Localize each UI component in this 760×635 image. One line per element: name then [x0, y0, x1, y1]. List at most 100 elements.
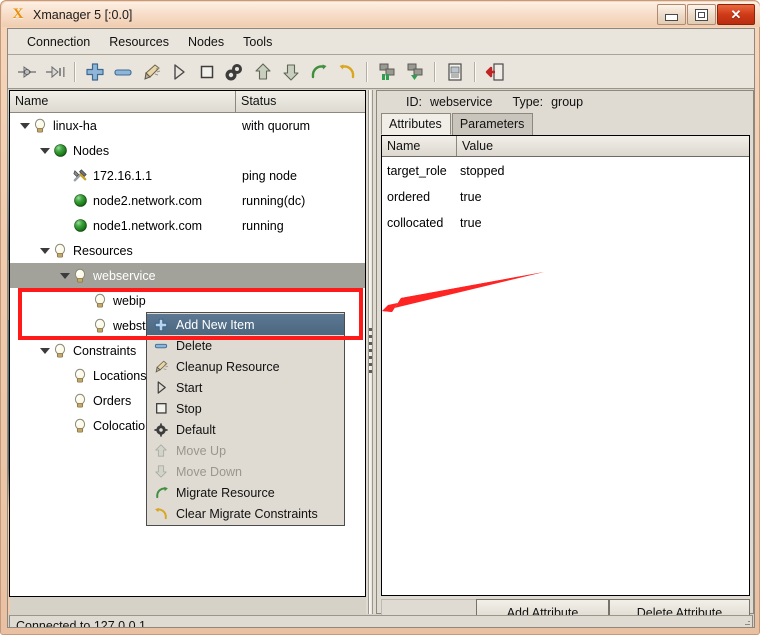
tree-item-webservice[interactable]: webservice [10, 263, 365, 288]
green-ball-icon [71, 217, 89, 235]
tree-item-webip[interactable]: webip [10, 288, 365, 313]
attributes-column-value[interactable]: Value [457, 136, 749, 156]
tree-item-node1-network-com[interactable]: node1.network.com running [10, 213, 365, 238]
menu-item-label: Clear Migrate Constraints [176, 506, 318, 521]
tree-item-resources[interactable]: Resources [10, 238, 365, 263]
bulb-icon [51, 242, 69, 260]
minimize-icon [665, 14, 678, 21]
cleanup-icon[interactable] [137, 58, 165, 86]
pane-splitter[interactable] [366, 90, 376, 614]
menu-nodes[interactable]: Nodes [179, 32, 234, 52]
tree-item-label: Locations [93, 368, 147, 383]
default-icon[interactable] [221, 58, 249, 86]
green-ball-icon [71, 192, 89, 210]
minimize-button[interactable] [657, 4, 686, 25]
arrow-down-icon [150, 463, 172, 481]
menu-item-migrate-resource[interactable]: Migrate Resource [147, 482, 344, 503]
table-row[interactable]: collocated true [382, 210, 749, 236]
stop-icon[interactable] [193, 58, 221, 86]
close-icon: ✕ [730, 6, 742, 22]
menu-item-label: Delete [176, 338, 213, 353]
tree-item-linux-ha[interactable]: linux-ha with quorum [10, 113, 365, 138]
start-icon[interactable] [165, 58, 193, 86]
migrate-icon[interactable] [305, 58, 333, 86]
context-menu[interactable]: Add New Item Delete Cleanup Resource Start S… [146, 312, 345, 526]
tree-no-twisty [58, 169, 71, 182]
details-pane: ID: webservice Type: group Attributes Pa… [376, 90, 754, 626]
tree-item-status: running [242, 218, 284, 233]
title-bar: X Xmanager 5 [:0.0] ✕ [2, 2, 760, 27]
maximize-icon [695, 8, 708, 21]
id-label: ID: [406, 95, 422, 109]
online-node-icon[interactable] [401, 58, 429, 86]
tree-item-status: running(dc) [242, 193, 306, 208]
client-area: Connection Resources Nodes Tools Name St… [7, 28, 755, 628]
menu-item-clear-migrate-constraints[interactable]: Clear Migrate Constraints [147, 503, 344, 524]
tree-item-node2-network-com[interactable]: node2.network.com running(dc) [10, 188, 365, 213]
move-up-icon[interactable] [249, 58, 277, 86]
menu-connection[interactable]: Connection [18, 32, 100, 52]
bulb-icon [71, 267, 89, 285]
splitter-grip[interactable] [369, 328, 372, 378]
bulb-icon [91, 317, 109, 335]
bulb-icon [51, 342, 69, 360]
tree-item-nodes[interactable]: Nodes [10, 138, 365, 163]
remove-icon[interactable] [109, 58, 137, 86]
tab-attributes[interactable]: Attributes [381, 113, 451, 135]
chevron-down-icon[interactable] [18, 119, 31, 132]
type-label: Type: [512, 95, 544, 109]
minus-icon [150, 337, 172, 355]
tab-parameters[interactable]: Parameters [451, 113, 534, 135]
disconnect-icon[interactable] [41, 58, 69, 86]
clear-migrate-icon[interactable] [333, 58, 361, 86]
tree-no-twisty [58, 219, 71, 232]
type-value: group [551, 95, 584, 109]
close-button[interactable]: ✕ [717, 4, 755, 25]
chevron-down-icon[interactable] [38, 144, 51, 157]
menu-tools[interactable]: Tools [234, 32, 282, 52]
menu-item-label: Stop [176, 401, 202, 416]
tree-item-label: Orders [93, 393, 132, 408]
tree-item-label: node1.network.com [93, 218, 203, 233]
square-icon [150, 400, 172, 418]
tree-item-label: webservice [93, 268, 156, 283]
connect-icon[interactable] [13, 58, 41, 86]
tree-item-label: Constraints [73, 343, 137, 358]
resize-grip[interactable] [736, 619, 750, 627]
menu-bar: Connection Resources Nodes Tools [8, 29, 754, 55]
menu-item-stop[interactable]: Stop [147, 398, 344, 419]
menu-item-delete[interactable]: Delete [147, 335, 344, 356]
chevron-down-icon[interactable] [38, 244, 51, 257]
tree-column-status[interactable]: Status [236, 91, 365, 112]
menu-item-cleanup-resource[interactable]: Cleanup Resource [147, 356, 344, 377]
tree-column-name[interactable]: Name [10, 91, 236, 112]
tool-bar [8, 55, 754, 89]
menu-item-start[interactable]: Start [147, 377, 344, 398]
tree-item-172-16-1-1[interactable]: 172.16.1.1 ping node [10, 163, 365, 188]
menu-item-add-new-item[interactable]: Add New Item [147, 314, 344, 335]
maximize-button[interactable] [687, 4, 716, 25]
attributes-column-name[interactable]: Name [382, 136, 457, 156]
exit-icon[interactable] [481, 58, 509, 86]
status-bar: Connected to 127.0.0.1 [9, 615, 753, 627]
table-row[interactable]: ordered true [382, 184, 749, 210]
menu-item-label: Move Down [176, 464, 242, 479]
table-row[interactable]: target_role stopped [382, 158, 749, 184]
redo-arrow-icon [150, 484, 172, 502]
chevron-down-icon[interactable] [58, 269, 71, 282]
tree-no-twisty [58, 394, 71, 407]
menu-item-default[interactable]: Default [147, 419, 344, 440]
menu-resources[interactable]: Resources [100, 32, 179, 52]
standby-node-icon[interactable] [373, 58, 401, 86]
undo-arrow-icon [150, 505, 172, 523]
report-icon[interactable] [441, 58, 469, 86]
attribute-name-cell: ordered [387, 190, 431, 204]
bulb-icon [71, 392, 89, 410]
add-icon[interactable] [81, 58, 109, 86]
tree-item-label: Nodes [73, 143, 110, 158]
tree-item-status: with quorum [242, 118, 311, 133]
bulb-icon [71, 367, 89, 385]
chevron-down-icon[interactable] [38, 344, 51, 357]
move-down-icon[interactable] [277, 58, 305, 86]
play-icon [150, 379, 172, 397]
